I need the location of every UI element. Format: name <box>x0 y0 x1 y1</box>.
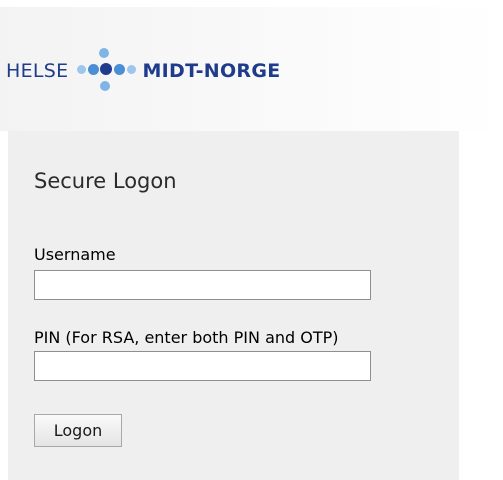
header-banner: HELSE MIDT-NORGE <box>0 7 503 131</box>
logo-text-midt-norge: MIDT-NORGE <box>142 60 281 82</box>
helse-midt-norge-logo: HELSE MIDT-NORGE <box>6 43 281 99</box>
username-input[interactable] <box>34 270 371 300</box>
pin-label: PIN (For RSA, enter both PIN and OTP) <box>34 328 339 347</box>
logon-button[interactable]: Logon <box>34 414 122 447</box>
logo-text-helse: HELSE <box>6 60 69 82</box>
logo-dots-icon <box>74 43 137 99</box>
logon-panel: Secure Logon Username PIN (For RSA, ente… <box>8 131 459 480</box>
pin-input[interactable] <box>34 351 371 381</box>
username-label: Username <box>34 245 116 264</box>
page-title: Secure Logon <box>34 169 177 193</box>
